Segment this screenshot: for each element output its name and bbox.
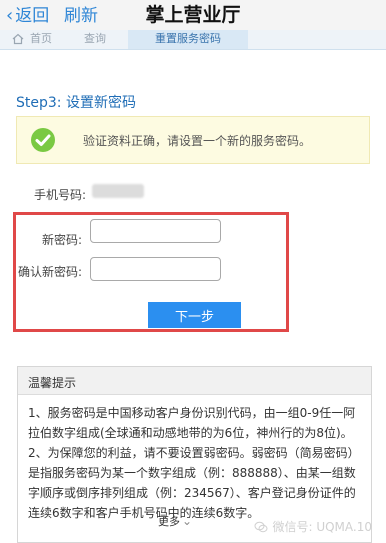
more-label: 更多 — [158, 515, 180, 528]
check-circle-icon — [31, 128, 55, 152]
tip-paragraph-2: 2、为保障您的利益，请不要设置弱密码。弱密码（简易密码）是指服务密码为某一个数字… — [28, 446, 360, 520]
phone-label: 手机号码: — [34, 188, 87, 202]
more-button[interactable]: 更多 ⌄ — [158, 513, 192, 529]
notice-text: 验证资料正确，请设置一个新的服务密码。 — [83, 134, 312, 148]
confirm-password-label: 确认新密码: — [17, 265, 82, 279]
next-step-button[interactable]: 下一步 — [148, 302, 241, 328]
breadcrumb-query[interactable]: 查询 — [84, 32, 106, 46]
tips-body: 1、服务密码是中国移动客户身份识别代码，由一组0-9任一阿拉伯数字组成(全球通和… — [18, 395, 371, 523]
breadcrumb-home[interactable]: 首页 — [12, 32, 52, 46]
step-title: Step3: 设置新密码 — [16, 95, 136, 111]
success-notice: 验证资料正确，请设置一个新的服务密码。 — [16, 116, 370, 164]
tips-panel: 温馨提示 1、服务密码是中国移动客户身份识别代码，由一组0-9任一阿拉伯数字组成… — [17, 366, 372, 543]
breadcrumb-home-label: 首页 — [30, 32, 52, 45]
watermark-text: 微信号: UQMA.10 — [272, 520, 372, 534]
wechat-icon — [254, 521, 268, 532]
new-password-label: 新密码: — [41, 233, 82, 247]
page-title: 掌上营业厅 — [145, 4, 241, 26]
phone-value-masked — [92, 184, 144, 198]
tip-paragraph-1: 1、服务密码是中国移动客户身份识别代码，由一组0-9任一阿拉伯数字组成(全球通和… — [28, 406, 356, 440]
tips-title: 温馨提示 — [18, 367, 371, 395]
confirm-password-input[interactable] — [90, 257, 221, 281]
new-password-input[interactable] — [90, 219, 221, 243]
watermark: 微信号: UQMA.10 — [254, 518, 372, 535]
top-bar: ‹ 返回 刷新 掌上营业厅 — [0, 0, 386, 30]
home-icon — [12, 33, 24, 45]
chevron-down-icon: ⌄ — [182, 514, 193, 528]
breadcrumb-current: 重置服务密码 — [128, 30, 248, 49]
breadcrumb: 首页 查询 重置服务密码 — [0, 30, 386, 50]
